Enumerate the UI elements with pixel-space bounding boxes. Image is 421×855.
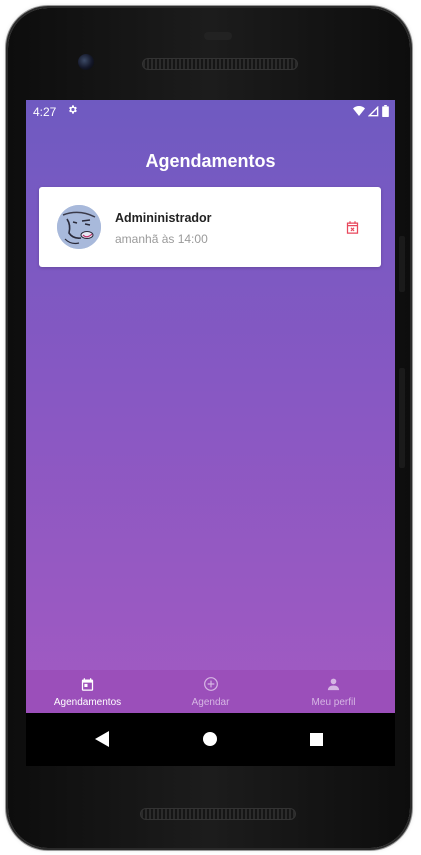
system-nav-bar [26, 713, 395, 766]
nav-back-button[interactable] [90, 727, 114, 751]
status-time: 4:27 [33, 105, 57, 119]
battery-icon [382, 105, 389, 117]
volume-button [399, 368, 405, 468]
recents-square-icon [309, 732, 323, 746]
add-circle-icon [203, 676, 219, 692]
appointment-card: Admininistrador amanhã às 14:00 [39, 187, 381, 267]
earpiece-speaker [142, 58, 298, 70]
back-triangle-icon [95, 731, 109, 747]
tab-label: Agendar [191, 697, 230, 708]
settings-gear-icon [67, 104, 78, 118]
wifi-icon [353, 106, 365, 116]
calendar-icon [80, 676, 96, 692]
page-title: Agendamentos [145, 151, 276, 171]
calendar-remove-icon [346, 220, 358, 234]
appointment-time: amanhã às 14:00 [115, 232, 208, 246]
cancel-appointment-button[interactable] [342, 217, 362, 237]
tab-meu-perfil[interactable]: Meu perfil [272, 670, 395, 713]
tab-label: Meu perfil [311, 697, 356, 708]
power-button [399, 236, 405, 292]
status-bar: 4:27 [26, 100, 395, 124]
app-screen: 4:27 Agendamentos Admininistrador amanhã… [26, 100, 395, 766]
nav-home-button[interactable] [198, 727, 222, 751]
tab-label: Agendamentos [53, 697, 122, 708]
home-circle-icon [203, 732, 217, 746]
front-camera [78, 54, 94, 70]
bottom-speaker [140, 808, 296, 820]
avatar [57, 205, 101, 249]
status-icons [353, 105, 389, 117]
tab-agendar[interactable]: Agendar [149, 670, 272, 713]
signal-icon [368, 105, 379, 116]
appointment-provider-name: Admininistrador [115, 211, 212, 225]
nav-recents-button[interactable] [304, 727, 328, 751]
tab-agendamentos[interactable]: Agendamentos [26, 670, 149, 713]
top-slot [204, 32, 232, 40]
person-icon [326, 676, 342, 692]
bottom-tab-bar: Agendamentos Agendar Meu perfil [26, 670, 395, 713]
